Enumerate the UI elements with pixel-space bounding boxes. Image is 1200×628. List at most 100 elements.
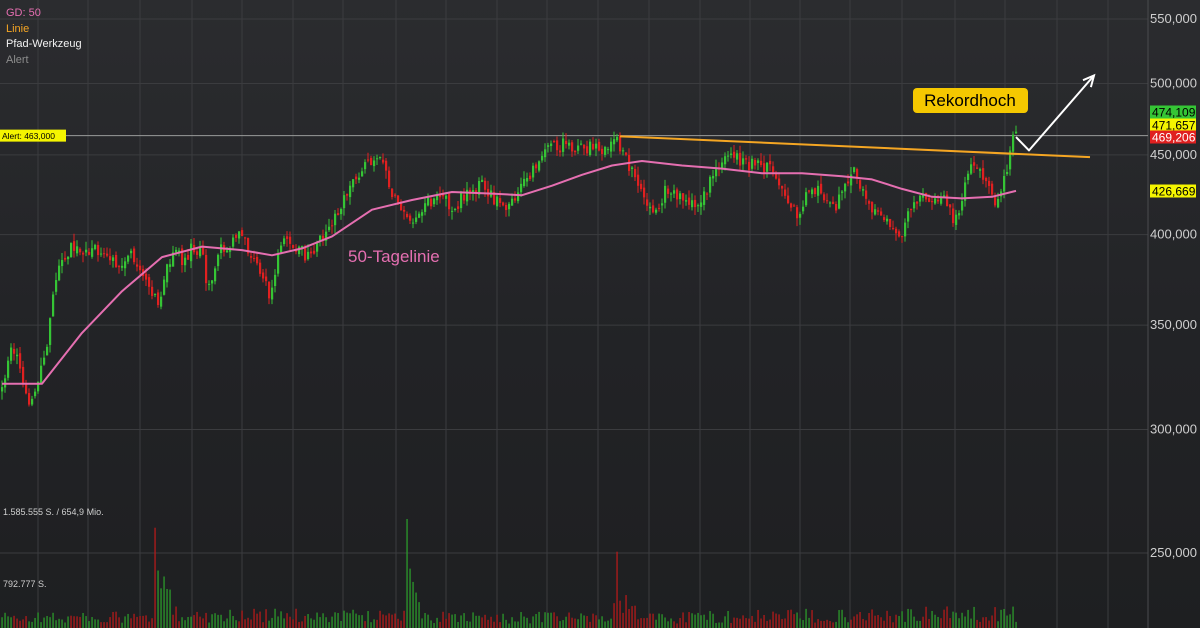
candle-body xyxy=(937,199,940,202)
volume-bar xyxy=(883,620,885,628)
volume-bar xyxy=(796,612,798,628)
candle-body xyxy=(991,183,994,195)
volume-bar xyxy=(958,618,960,628)
candle-body xyxy=(73,241,76,251)
candle-body xyxy=(706,193,709,195)
candle-body xyxy=(187,254,190,260)
volume-bar xyxy=(757,609,759,628)
volume-bar xyxy=(997,621,999,628)
volume-bar xyxy=(733,617,735,628)
volume-bar xyxy=(331,616,333,628)
candle-body xyxy=(397,195,400,203)
candle-body xyxy=(952,208,955,224)
volume-bar xyxy=(562,620,564,628)
candle-body xyxy=(847,181,850,184)
volume-bar xyxy=(556,616,558,628)
volume-bar xyxy=(145,615,147,628)
volume-bar xyxy=(871,609,873,628)
candle-body xyxy=(814,188,817,195)
volume-bar xyxy=(190,616,192,628)
volume-bar xyxy=(850,619,852,628)
volume-bar xyxy=(634,605,636,628)
volume-bar xyxy=(82,612,84,628)
candle-body xyxy=(1003,176,1006,192)
volume-bar xyxy=(661,614,663,628)
volume-bar xyxy=(1006,615,1008,628)
volume-bar xyxy=(490,616,492,628)
candle-body xyxy=(226,250,229,253)
candle-body xyxy=(154,294,157,296)
candle-body xyxy=(505,204,508,211)
candle-body xyxy=(214,268,217,282)
volume-bar xyxy=(292,619,294,628)
volume-bar xyxy=(259,611,261,628)
volume-bar xyxy=(1000,609,1002,628)
volume-bar xyxy=(874,615,876,628)
candle-body xyxy=(136,264,139,267)
volume-bar xyxy=(625,595,627,628)
candle-body xyxy=(745,158,748,160)
candle-body xyxy=(712,176,715,179)
candle-body xyxy=(199,247,202,257)
legend-linie[interactable]: Linie xyxy=(6,22,82,38)
volume-bar xyxy=(391,614,393,628)
candle-body xyxy=(643,187,646,198)
candle-body xyxy=(820,183,823,194)
candle-body xyxy=(232,237,235,247)
legend-alert[interactable]: Alert xyxy=(6,53,82,69)
volume-bar xyxy=(649,613,651,628)
volume-bar xyxy=(931,610,933,628)
candle-body xyxy=(808,190,811,192)
volume-bar xyxy=(598,619,600,628)
volume-bar xyxy=(160,588,162,628)
volume-bar xyxy=(817,619,819,628)
volume-bar xyxy=(547,612,549,628)
candle-body xyxy=(934,198,937,204)
candle-body xyxy=(373,160,376,167)
candle-body xyxy=(559,150,562,153)
candle-body xyxy=(598,141,601,151)
volume-bar xyxy=(328,622,330,628)
volume-bar xyxy=(91,617,93,628)
volume-bar xyxy=(223,621,225,628)
y-axis: 550,000 500,000 450,000 400,000 350,000 300,0… xyxy=(1150,11,1197,560)
volume-bar xyxy=(739,618,741,628)
candle-body xyxy=(463,194,466,201)
candle-body xyxy=(10,347,13,361)
candle-body xyxy=(871,201,874,213)
volume-bar xyxy=(784,618,786,628)
candle-body xyxy=(217,254,220,267)
volume-bar xyxy=(253,608,255,628)
candle-body xyxy=(850,174,853,186)
legend-pfad-werkzeug[interactable]: Pfad-Werkzeug xyxy=(6,37,82,53)
volume-bar xyxy=(580,613,582,628)
candle-body xyxy=(826,200,829,202)
volume-bar xyxy=(466,620,468,628)
candle-body xyxy=(997,198,1000,208)
volume-bar xyxy=(274,608,276,628)
volume-bar xyxy=(478,615,480,628)
volume-bar xyxy=(271,617,273,628)
candle-body xyxy=(253,257,256,259)
volume-bar xyxy=(307,614,309,628)
path-tool-arrow xyxy=(1015,74,1095,152)
volume-bar xyxy=(118,617,120,628)
legend-gd50[interactable]: GD: 50 xyxy=(6,6,82,22)
candle-body xyxy=(370,158,373,166)
candle-body xyxy=(334,213,337,226)
volume-bar xyxy=(358,615,360,628)
candle-body xyxy=(364,162,367,170)
volume-bar xyxy=(361,615,363,628)
volume-bar xyxy=(697,612,699,628)
candle-body xyxy=(1012,134,1015,152)
volume-bar xyxy=(394,613,396,628)
candle-body xyxy=(388,170,391,188)
candle-body xyxy=(574,150,577,153)
candle-body xyxy=(127,255,130,262)
candle-body xyxy=(907,211,910,222)
volume-bar xyxy=(751,615,753,628)
candle-body xyxy=(766,162,769,172)
candle-body xyxy=(484,180,487,190)
candle-body xyxy=(985,178,988,182)
candle-body xyxy=(670,193,673,195)
